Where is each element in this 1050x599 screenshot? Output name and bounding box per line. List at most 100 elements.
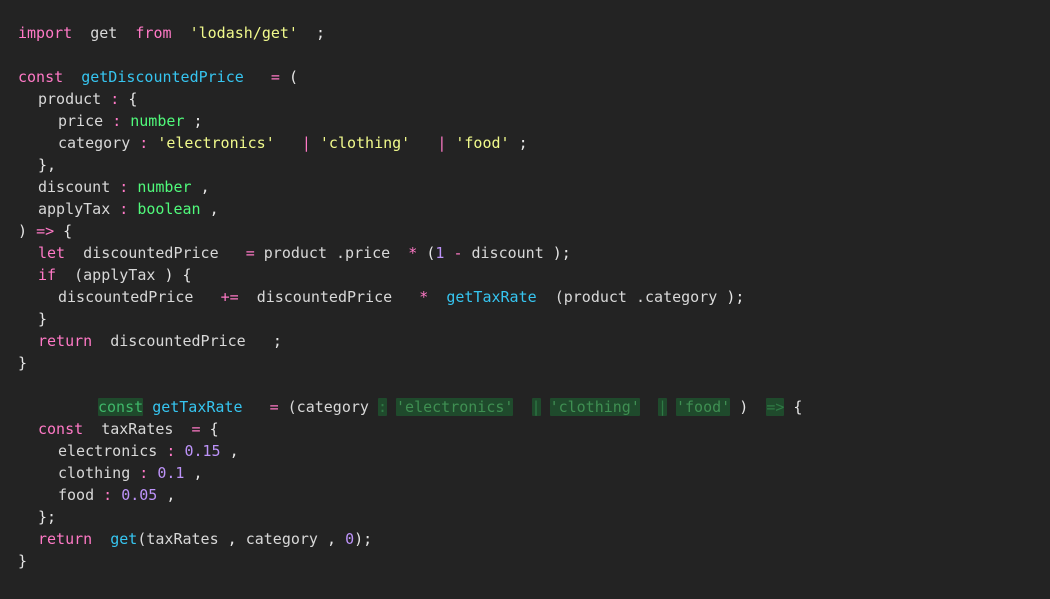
code-token: :	[112, 112, 122, 130]
code-token: ,	[327, 530, 337, 548]
code-token: (	[288, 68, 298, 86]
code-token: |	[437, 134, 447, 152]
code-token: 0	[345, 530, 355, 548]
code-token: .category	[636, 288, 718, 306]
code-token: {	[63, 222, 73, 240]
code-token: },	[38, 156, 57, 174]
code-token: applyTax	[38, 200, 111, 218]
code-editor[interactable]: import get from 'lodash/get' ; const getD…	[0, 0, 1050, 599]
code-token: ,	[193, 464, 203, 482]
code-token: 'electronics'	[157, 134, 275, 152]
code-token: +=	[220, 288, 239, 306]
code-token: :	[119, 200, 129, 218]
code-line: if (applyTax ) {	[38, 264, 192, 286]
code-line: }	[38, 308, 47, 330]
code-token: return	[38, 332, 93, 350]
code-token: =	[269, 398, 279, 416]
code-token: :	[103, 486, 113, 504]
code-token: const	[98, 398, 144, 416]
code-token: |	[657, 398, 667, 416]
code-token: }	[38, 310, 48, 328]
code-token: const	[38, 420, 84, 438]
code-token: discount	[471, 244, 544, 262]
code-token: 'clothing'	[549, 398, 640, 416]
code-token: {	[793, 398, 803, 416]
code-token: :	[139, 134, 149, 152]
code-token: food	[58, 486, 95, 504]
code-token: ;	[518, 134, 528, 152]
code-token: 'lodash/get'	[189, 24, 298, 42]
code-token: 'food'	[455, 134, 510, 152]
code-token: 0.1	[157, 464, 185, 482]
code-token: if	[38, 266, 57, 284]
code-token: ;	[316, 24, 326, 42]
code-token: :	[110, 90, 120, 108]
code-line: category : 'electronics' | 'clothing' | …	[58, 132, 528, 154]
code-token: discountedPrice	[58, 288, 194, 306]
code-token: ,	[229, 442, 239, 460]
code-token: .price	[336, 244, 391, 262]
code-line: food : 0.05 ,	[58, 484, 175, 506]
code-token: number	[130, 112, 185, 130]
code-token: 'clothing'	[319, 134, 411, 152]
code-token: ,	[209, 200, 219, 218]
code-token: *	[419, 288, 429, 306]
code-token: (taxRates	[137, 530, 219, 548]
code-token: product	[263, 244, 327, 262]
code-token: )	[739, 398, 749, 416]
code-token: (category	[287, 398, 369, 416]
code-line: electronics : 0.15 ,	[58, 440, 239, 462]
code-token: }	[18, 552, 28, 570]
code-token: 0.15	[184, 442, 221, 460]
code-token: );	[726, 288, 745, 306]
code-token: *	[408, 244, 418, 262]
code-token: =	[270, 68, 280, 86]
code-line: import get from 'lodash/get' ;	[18, 22, 325, 44]
code-token: 0.05	[121, 486, 158, 504]
code-token: get	[90, 24, 118, 42]
code-token: getTaxRate	[152, 398, 243, 416]
code-line: ) => {	[18, 220, 72, 242]
code-token: ,	[200, 178, 210, 196]
code-token: product	[38, 90, 102, 108]
code-token: }	[18, 354, 28, 372]
code-token: =	[245, 244, 255, 262]
code-token: discountedPrice	[256, 288, 393, 306]
code-token: clothing	[58, 464, 131, 482]
code-line: discountedPrice += discountedPrice * get…	[58, 286, 744, 308]
